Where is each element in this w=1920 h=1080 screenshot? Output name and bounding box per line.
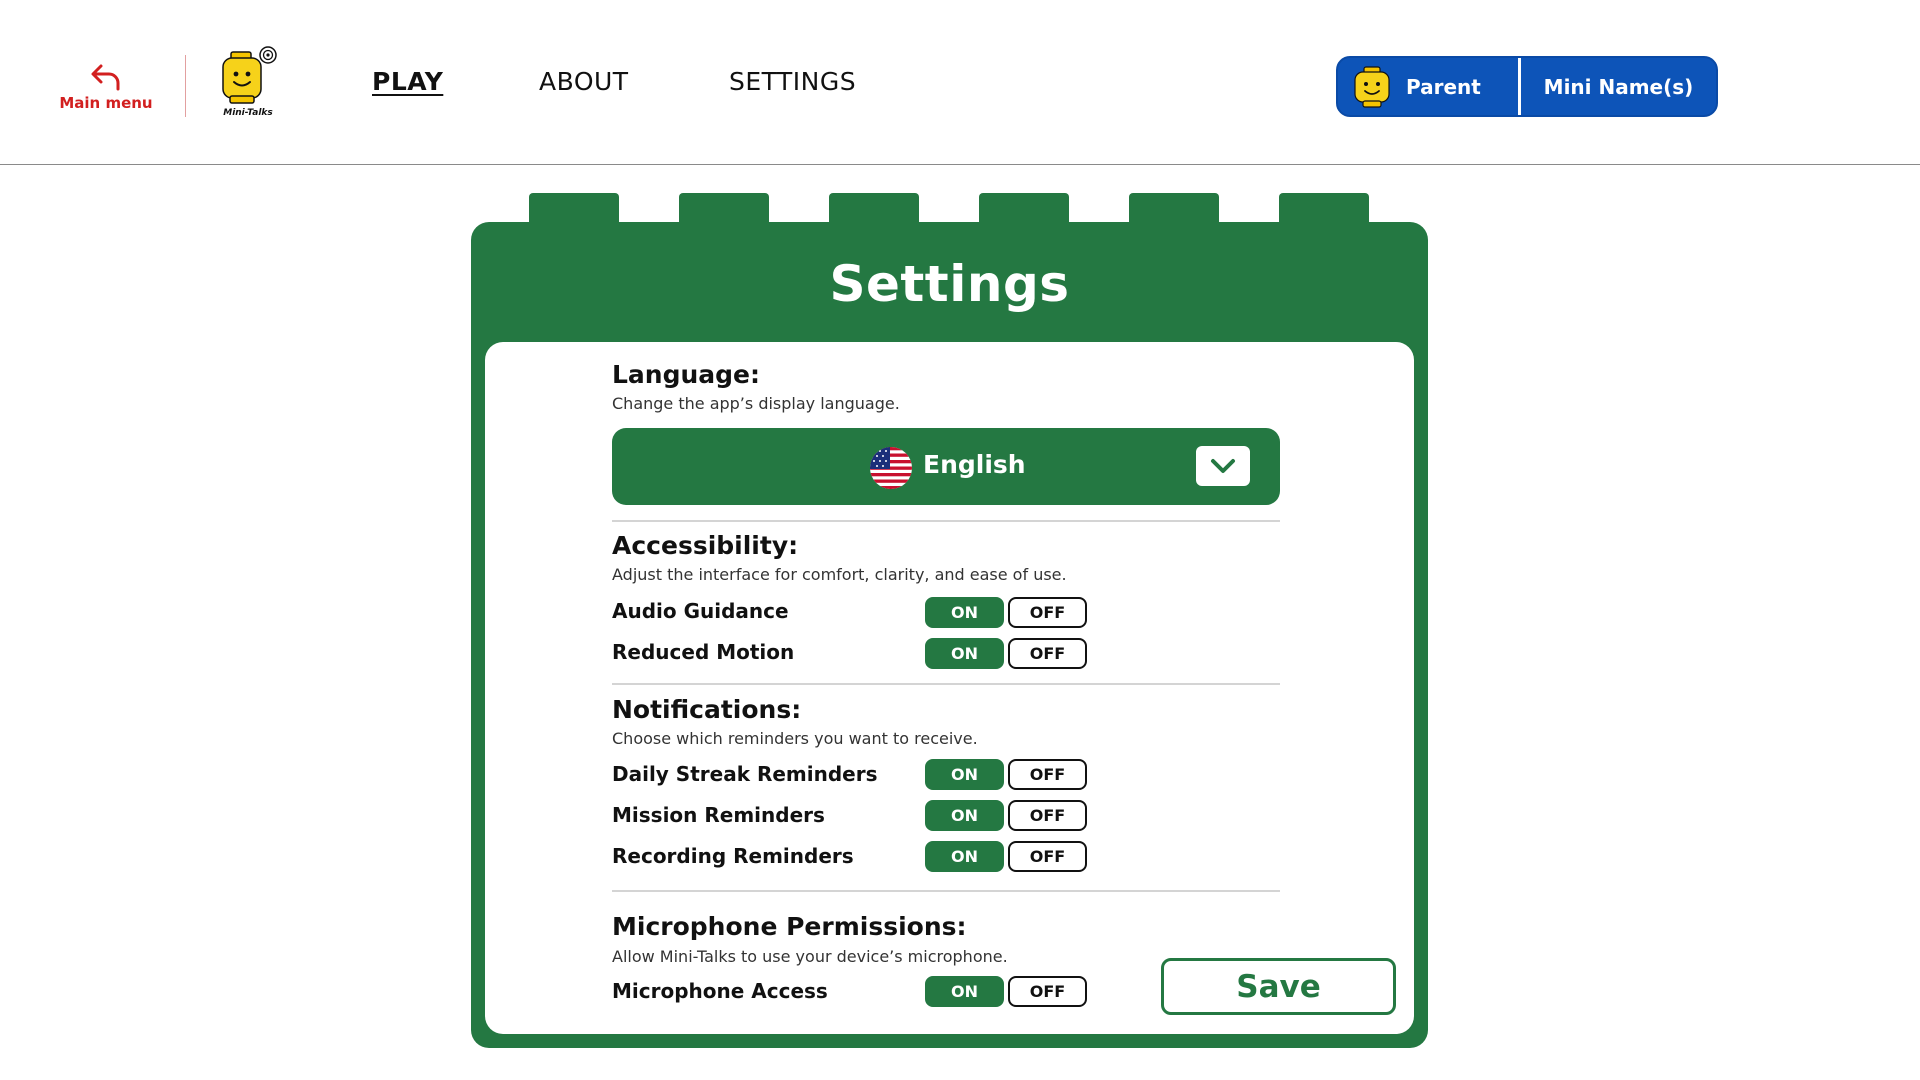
nav-play[interactable]: PLAY xyxy=(372,67,443,96)
back-arrow-icon xyxy=(91,64,120,91)
nav-about[interactable]: ABOUT xyxy=(539,67,629,96)
recording-reminders-off-button[interactable]: OFF xyxy=(1008,841,1087,872)
recording-reminders-toggle: ON OFF xyxy=(925,841,1087,872)
main-menu-button[interactable]: Main menu xyxy=(58,62,154,112)
mission-reminders-label: Mission Reminders xyxy=(612,803,825,827)
top-header: Main menu Mini-Talks PLAY ABOUT SETTINGS xyxy=(0,0,1920,165)
mission-reminders-on-button[interactable]: ON xyxy=(925,800,1004,831)
language-section-title: Language: xyxy=(612,360,761,389)
profile-parent-label: Parent xyxy=(1406,74,1481,99)
mini-talks-logo: Mini-Talks xyxy=(218,46,284,120)
section-divider xyxy=(612,890,1280,892)
reduced-motion-off-button[interactable]: OFF xyxy=(1008,638,1087,669)
microphone-section-description: Allow Mini-Talks to use your device’s mi… xyxy=(612,947,1008,966)
audio-guidance-off-button[interactable]: OFF xyxy=(1008,597,1087,628)
mission-reminders-toggle: ON OFF xyxy=(925,800,1087,831)
settings-title: Settings xyxy=(829,255,1070,313)
mission-reminders-off-button[interactable]: OFF xyxy=(1008,800,1087,831)
recording-reminders-label: Recording Reminders xyxy=(612,844,854,868)
chevron-down-icon[interactable] xyxy=(1196,446,1250,486)
microphone-access-off-button[interactable]: OFF xyxy=(1008,976,1087,1007)
section-divider xyxy=(612,683,1280,685)
profile-switcher: Parent Mini Name(s) xyxy=(1336,56,1718,117)
microphone-access-toggle: ON OFF xyxy=(925,976,1087,1007)
logo-text: Mini-Talks xyxy=(223,108,273,118)
section-divider xyxy=(612,520,1280,522)
reduced-motion-label: Reduced Motion xyxy=(612,640,795,664)
header-divider xyxy=(185,55,186,117)
language-selected-value: English xyxy=(923,450,1026,479)
minifig-head-icon xyxy=(222,46,277,104)
microphone-access-on-button[interactable]: ON xyxy=(925,976,1004,1007)
language-select[interactable]: English xyxy=(612,428,1280,505)
microphone-access-label: Microphone Access xyxy=(612,979,828,1003)
recording-reminders-on-button[interactable]: ON xyxy=(925,841,1004,872)
audio-guidance-on-button[interactable]: ON xyxy=(925,597,1004,628)
daily-streak-reminders-label: Daily Streak Reminders xyxy=(612,762,878,786)
microphone-section-title: Microphone Permissions: xyxy=(612,912,967,941)
profile-parent-button[interactable]: Parent xyxy=(1338,58,1521,115)
notifications-section-title: Notifications: xyxy=(612,695,802,724)
language-section-description: Change the app’s display language. xyxy=(612,394,900,413)
daily-streak-off-button[interactable]: OFF xyxy=(1008,759,1087,790)
parent-avatar-icon xyxy=(1354,65,1390,108)
profile-mini-button[interactable]: Mini Name(s) xyxy=(1521,58,1716,115)
main-menu-label: Main menu xyxy=(59,94,153,112)
nav-settings[interactable]: SETTINGS xyxy=(729,67,856,96)
daily-streak-on-button[interactable]: ON xyxy=(925,759,1004,790)
daily-streak-reminders-toggle: ON OFF xyxy=(925,759,1087,790)
accessibility-section-title: Accessibility: xyxy=(612,531,799,560)
save-button[interactable]: Save xyxy=(1161,958,1396,1015)
us-flag-icon xyxy=(870,447,912,489)
reduced-motion-on-button[interactable]: ON xyxy=(925,638,1004,669)
audio-guidance-toggle: ON OFF xyxy=(925,597,1087,628)
reduced-motion-toggle: ON OFF xyxy=(925,638,1087,669)
accessibility-section-description: Adjust the interface for comfort, clarit… xyxy=(612,565,1067,584)
audio-guidance-label: Audio Guidance xyxy=(612,599,789,623)
notifications-section-description: Choose which reminders you want to recei… xyxy=(612,729,978,748)
